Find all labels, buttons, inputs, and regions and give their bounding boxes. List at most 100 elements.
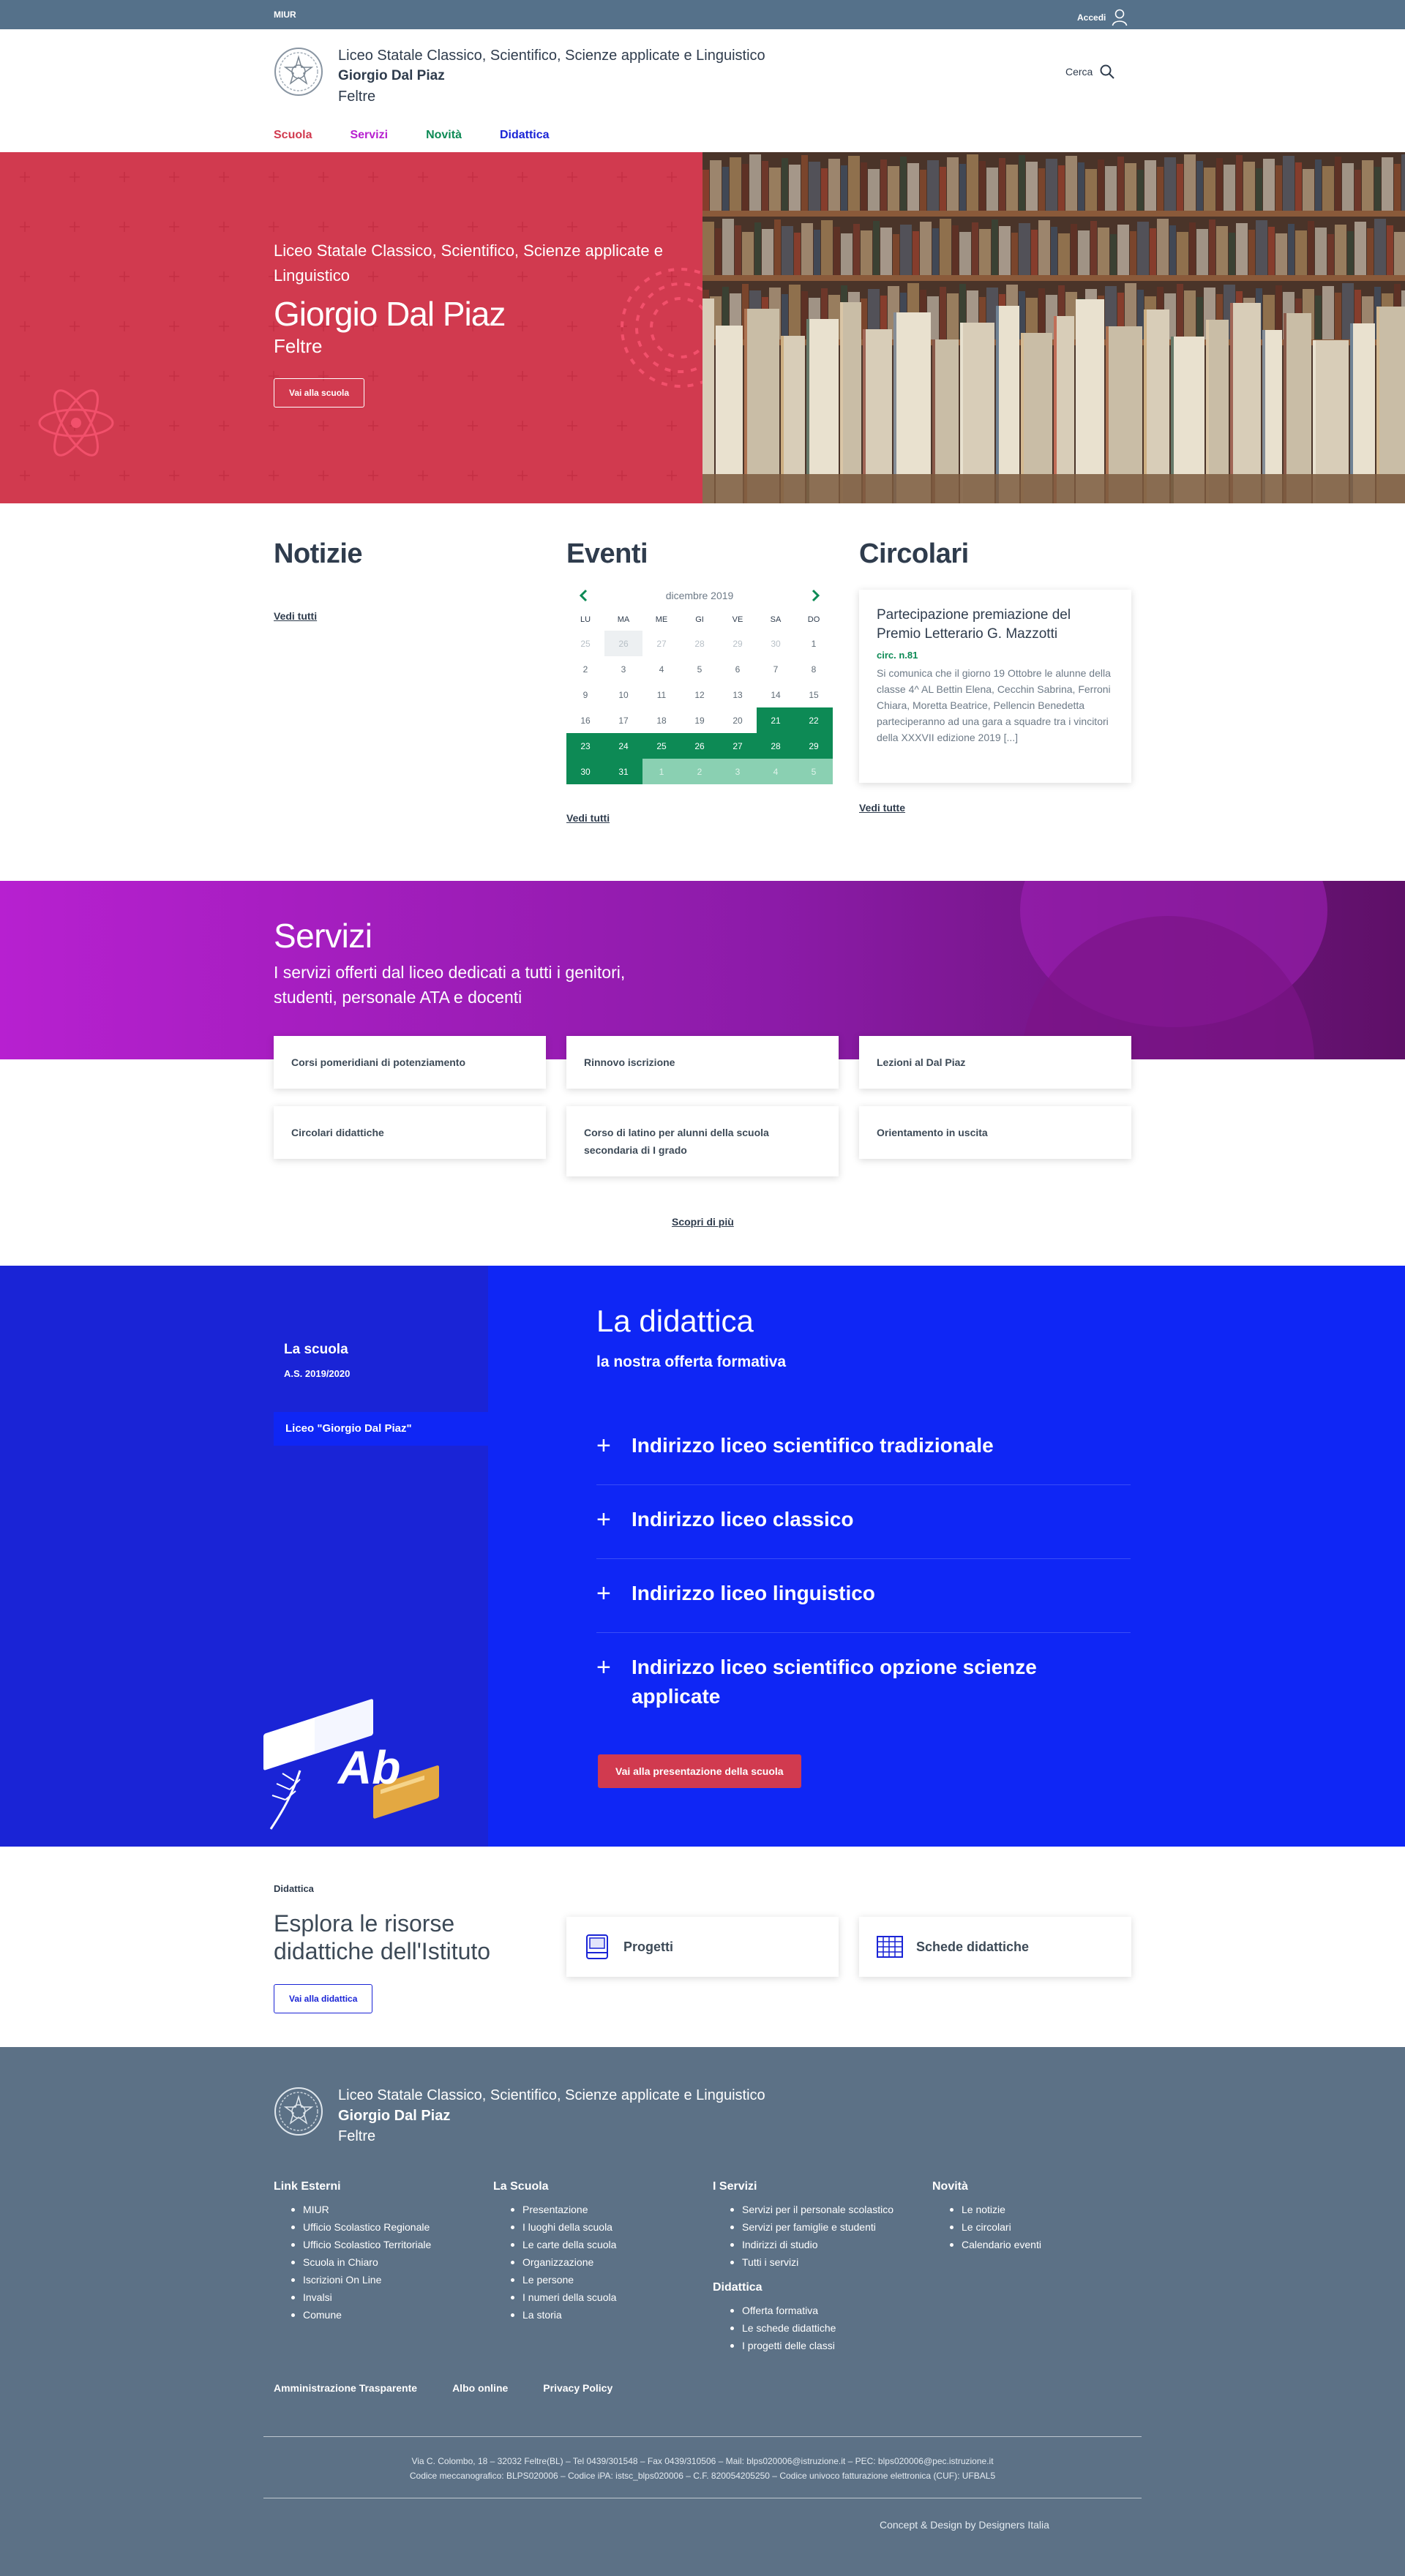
- nav-item-servizi[interactable]: Servizi: [338, 126, 400, 145]
- calendar-day[interactable]: 11: [642, 682, 681, 707]
- footer-link[interactable]: Indirizzi di studio: [713, 2236, 893, 2253]
- footer-link[interactable]: Le notizie: [932, 2201, 1041, 2218]
- footer-link[interactable]: Ufficio Scolastico Regionale: [274, 2218, 431, 2236]
- nav-item-didattica[interactable]: Didattica: [488, 126, 561, 145]
- calendar-day[interactable]: 4: [757, 759, 795, 784]
- notizie-see-all-link[interactable]: Vedi tutti: [274, 610, 317, 622]
- privacy-policy-link[interactable]: Privacy Policy: [543, 2382, 612, 2394]
- calendar-day[interactable]: 2: [566, 656, 604, 682]
- calendar-day[interactable]: 28: [681, 631, 719, 656]
- calendar-day[interactable]: 3: [719, 759, 757, 784]
- service-card[interactable]: Corso di latino per alunni della scuola …: [566, 1106, 839, 1176]
- footer-link[interactable]: I numeri della scuola: [493, 2288, 616, 2306]
- calendar-day[interactable]: 26: [604, 631, 642, 656]
- login-button[interactable]: Accedi: [1077, 9, 1128, 26]
- calendar-day[interactable]: 30: [757, 631, 795, 656]
- calendar-day[interactable]: 31: [604, 759, 642, 784]
- footer-credit[interactable]: Concept & Design by Designers Italia: [880, 2519, 1049, 2531]
- school-presentation-button[interactable]: Vai alla presentazione della scuola: [598, 1754, 801, 1788]
- calendar-day[interactable]: 16: [566, 707, 604, 733]
- footer-link[interactable]: Scuola in Chiaro: [274, 2253, 431, 2271]
- footer-column-title[interactable]: La Scuola: [493, 2180, 616, 2193]
- footer-link[interactable]: Le schede didattiche: [713, 2319, 836, 2337]
- calendar-day[interactable]: 24: [604, 733, 642, 759]
- calendar-day[interactable]: 29: [719, 631, 757, 656]
- footer-link[interactable]: Comune: [274, 2306, 431, 2324]
- footer-link[interactable]: Offerta formativa: [713, 2302, 836, 2319]
- accordion-item[interactable]: + Indirizzo liceo linguistico: [596, 1579, 1131, 1633]
- calendar-day[interactable]: 30: [566, 759, 604, 784]
- footer-link[interactable]: Servizi per il personale scolastico: [713, 2201, 893, 2218]
- school-name[interactable]: Liceo Statale Classico, Scientifico, Sci…: [338, 45, 765, 107]
- miur-link[interactable]: MIUR: [274, 10, 296, 20]
- footer-link[interactable]: Le circolari: [932, 2218, 1041, 2236]
- calendar-day[interactable]: 1: [642, 759, 681, 784]
- footer-column-title[interactable]: I Servizi: [713, 2180, 893, 2193]
- footer-link[interactable]: Organizzazione: [493, 2253, 616, 2271]
- search-button[interactable]: Cerca: [1065, 64, 1115, 79]
- footer-link[interactable]: Le persone: [493, 2271, 616, 2288]
- eventi-see-all-link[interactable]: Vedi tutti: [566, 812, 610, 824]
- calendar-day[interactable]: 27: [642, 631, 681, 656]
- calendar-day[interactable]: 1: [795, 631, 833, 656]
- sidebar-tab-liceo[interactable]: Liceo "Giorgio Dal Piaz": [274, 1412, 488, 1446]
- calendar-day[interactable]: 8: [795, 656, 833, 682]
- calendar-day[interactable]: 28: [757, 733, 795, 759]
- footer-link[interactable]: Tutti i servizi: [713, 2253, 893, 2271]
- calendar-day[interactable]: 23: [566, 733, 604, 759]
- footer-column-title[interactable]: Novità: [932, 2180, 1041, 2193]
- footer-link[interactable]: Calendario eventi: [932, 2236, 1041, 2253]
- calendar-day[interactable]: 14: [757, 682, 795, 707]
- calendar-day[interactable]: 6: [719, 656, 757, 682]
- albo-online-link[interactable]: Albo online: [452, 2382, 508, 2394]
- service-card[interactable]: Circolari didattiche: [274, 1106, 546, 1159]
- nav-item-scuola[interactable]: Scuola: [262, 126, 323, 145]
- calendar-day[interactable]: 12: [681, 682, 719, 707]
- republic-emblem-icon[interactable]: [274, 2087, 323, 2136]
- calendar-day[interactable]: 22: [795, 707, 833, 733]
- amministrazione-trasparente-link[interactable]: Amministrazione Trasparente: [274, 2382, 417, 2394]
- service-card[interactable]: Lezioni al Dal Piaz: [859, 1036, 1131, 1089]
- calendar-day[interactable]: 5: [795, 759, 833, 784]
- calendar-day[interactable]: 27: [719, 733, 757, 759]
- footer-link[interactable]: Iscrizioni On Line: [274, 2271, 431, 2288]
- calendar-day[interactable]: 4: [642, 656, 681, 682]
- republic-emblem-icon[interactable]: [274, 47, 323, 97]
- calendar-day[interactable]: 13: [719, 682, 757, 707]
- circolare-card[interactable]: Partecipazione premiazione del Premio Le…: [859, 590, 1131, 783]
- calendar-day[interactable]: 5: [681, 656, 719, 682]
- accordion-item[interactable]: + Indirizzo liceo scientifico opzione sci…: [596, 1653, 1131, 1733]
- footer-link[interactable]: Invalsi: [274, 2288, 431, 2306]
- footer-link[interactable]: I luoghi della scuola: [493, 2218, 616, 2236]
- servizi-discover-link[interactable]: Scopri di più: [672, 1216, 734, 1228]
- calendar-day[interactable]: 20: [719, 707, 757, 733]
- footer-school-name[interactable]: Liceo Statale Classico, Scientifico, Sci…: [338, 2085, 765, 2147]
- footer-column-title[interactable]: Link Esterni: [274, 2180, 431, 2193]
- footer-link[interactable]: La storia: [493, 2306, 616, 2324]
- calendar-day[interactable]: 10: [604, 682, 642, 707]
- footer-link[interactable]: Presentazione: [493, 2201, 616, 2218]
- chevron-left-icon[interactable]: [577, 588, 591, 603]
- calendar-day[interactable]: 9: [566, 682, 604, 707]
- resource-card-schede[interactable]: Schede didattiche: [859, 1917, 1131, 1977]
- nav-item-novit[interactable]: Novità: [414, 126, 473, 145]
- calendar-day[interactable]: 2: [681, 759, 719, 784]
- calendar-day[interactable]: 25: [566, 631, 604, 656]
- calendar-day[interactable]: 18: [642, 707, 681, 733]
- accordion-item[interactable]: + Indirizzo liceo classico: [596, 1505, 1131, 1559]
- calendar-day[interactable]: 3: [604, 656, 642, 682]
- go-to-school-button[interactable]: Vai alla scuola: [274, 378, 365, 408]
- go-to-didattica-button[interactable]: Vai alla didattica: [274, 1984, 373, 2013]
- footer-link[interactable]: Servizi per famiglie e studenti: [713, 2218, 893, 2236]
- service-card[interactable]: Orientamento in uscita: [859, 1106, 1131, 1159]
- footer-link[interactable]: Ufficio Scolastico Territoriale: [274, 2236, 431, 2253]
- calendar-day[interactable]: 19: [681, 707, 719, 733]
- calendar-day[interactable]: 17: [604, 707, 642, 733]
- calendar-day[interactable]: 15: [795, 682, 833, 707]
- service-card[interactable]: Corsi pomeridiani di potenziamento: [274, 1036, 546, 1089]
- calendar-day[interactable]: 7: [757, 656, 795, 682]
- chevron-right-icon[interactable]: [808, 588, 823, 603]
- service-card[interactable]: Rinnovo iscrizione: [566, 1036, 839, 1089]
- calendar-day[interactable]: 26: [681, 733, 719, 759]
- footer-link[interactable]: I progetti delle classi: [713, 2337, 836, 2354]
